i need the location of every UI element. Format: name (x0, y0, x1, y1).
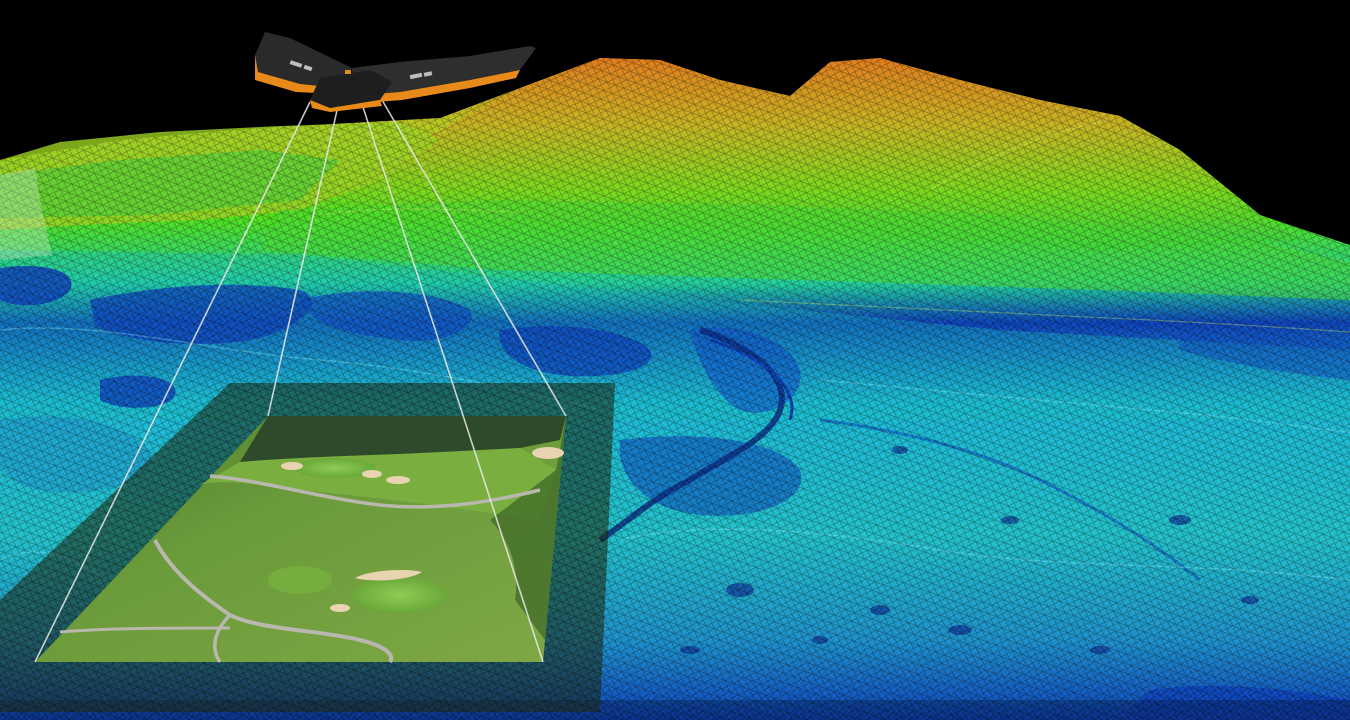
lidar-terrain-visualization (0, 0, 1350, 720)
